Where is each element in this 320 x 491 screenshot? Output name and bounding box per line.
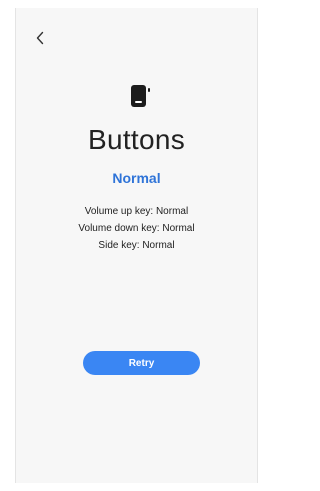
volume-down-key-result: Volume down key: Normal (78, 223, 195, 234)
volume-up-key-result: Volume up key: Normal (84, 206, 189, 217)
phone-side-buttons-icon (131, 85, 150, 107)
buttons-test-screen: Buttons Normal Volume up key: Normal Vol… (15, 8, 258, 483)
overall-status: Normal (112, 170, 161, 186)
back-button[interactable] (30, 28, 50, 48)
key-results-list: Volume up key: Normal Volume down key: N… (16, 203, 257, 254)
retry-button[interactable]: Retry (83, 351, 200, 375)
chevron-left-icon (36, 31, 44, 45)
side-key-result: Side key: Normal (98, 240, 175, 251)
page-title: Buttons (87, 124, 186, 155)
